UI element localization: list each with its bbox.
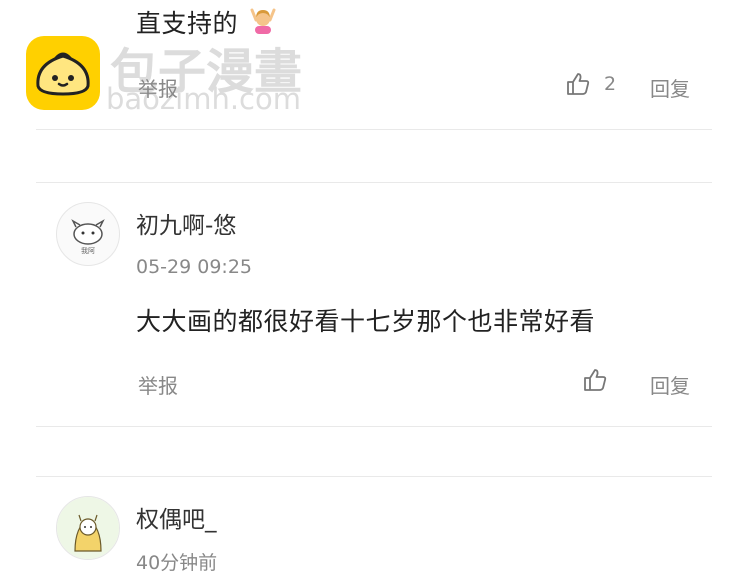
divider bbox=[36, 129, 712, 130]
reply-button[interactable]: 回复 bbox=[650, 370, 690, 399]
timestamp: 40分钟前 bbox=[136, 552, 218, 574]
bun-logo-icon bbox=[26, 36, 100, 110]
username[interactable]: 权偶吧_ bbox=[136, 500, 217, 534]
thumbs-up-icon[interactable] bbox=[582, 367, 608, 397]
avatar-caption: 我阿 bbox=[81, 246, 95, 255]
divider bbox=[36, 426, 712, 427]
like-count: 2 bbox=[604, 73, 617, 95]
report-button[interactable]: 举报 bbox=[138, 370, 178, 399]
username[interactable]: 初九啊-悠 bbox=[136, 206, 236, 240]
comment-text: 大大画的都很好看十七岁那个也非常好看 bbox=[136, 307, 596, 336]
reply-button[interactable]: 回复 bbox=[650, 73, 690, 102]
divider bbox=[36, 476, 712, 477]
watermark-domain: baozimh.com bbox=[106, 82, 301, 116]
divider bbox=[36, 182, 712, 183]
timestamp: 05-29 09:25 bbox=[136, 256, 253, 278]
avatar[interactable]: 我阿 bbox=[56, 202, 120, 266]
report-button[interactable]: 举报 bbox=[138, 73, 178, 102]
thumbs-up-icon[interactable] bbox=[565, 71, 591, 101]
avatar[interactable] bbox=[56, 496, 120, 560]
